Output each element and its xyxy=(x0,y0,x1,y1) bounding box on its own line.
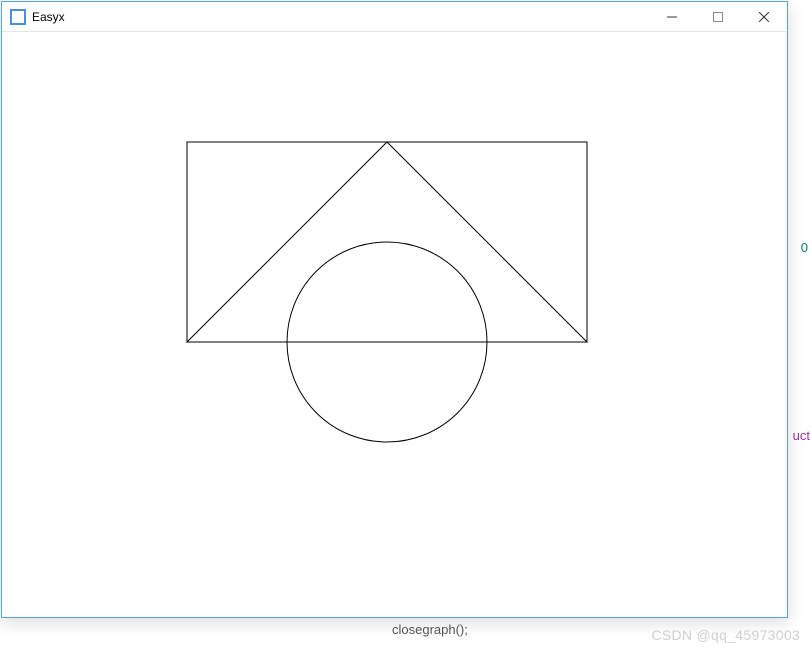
client-area xyxy=(2,32,787,617)
code-fragment: closegraph(); xyxy=(392,622,468,637)
minimize-button[interactable] xyxy=(649,2,695,32)
app-window: Easyx xyxy=(1,1,788,618)
app-icon xyxy=(10,9,26,25)
window-title: Easyx xyxy=(32,10,65,24)
close-button[interactable] xyxy=(741,2,787,32)
maximize-icon xyxy=(713,12,723,22)
maximize-button[interactable] xyxy=(695,2,741,32)
graphics-canvas xyxy=(2,32,789,619)
code-fragment: uct xyxy=(793,428,810,443)
code-fragment: 0 xyxy=(801,240,808,255)
close-icon xyxy=(759,12,769,22)
titlebar[interactable]: Easyx xyxy=(2,2,787,32)
minimize-icon xyxy=(667,12,677,22)
